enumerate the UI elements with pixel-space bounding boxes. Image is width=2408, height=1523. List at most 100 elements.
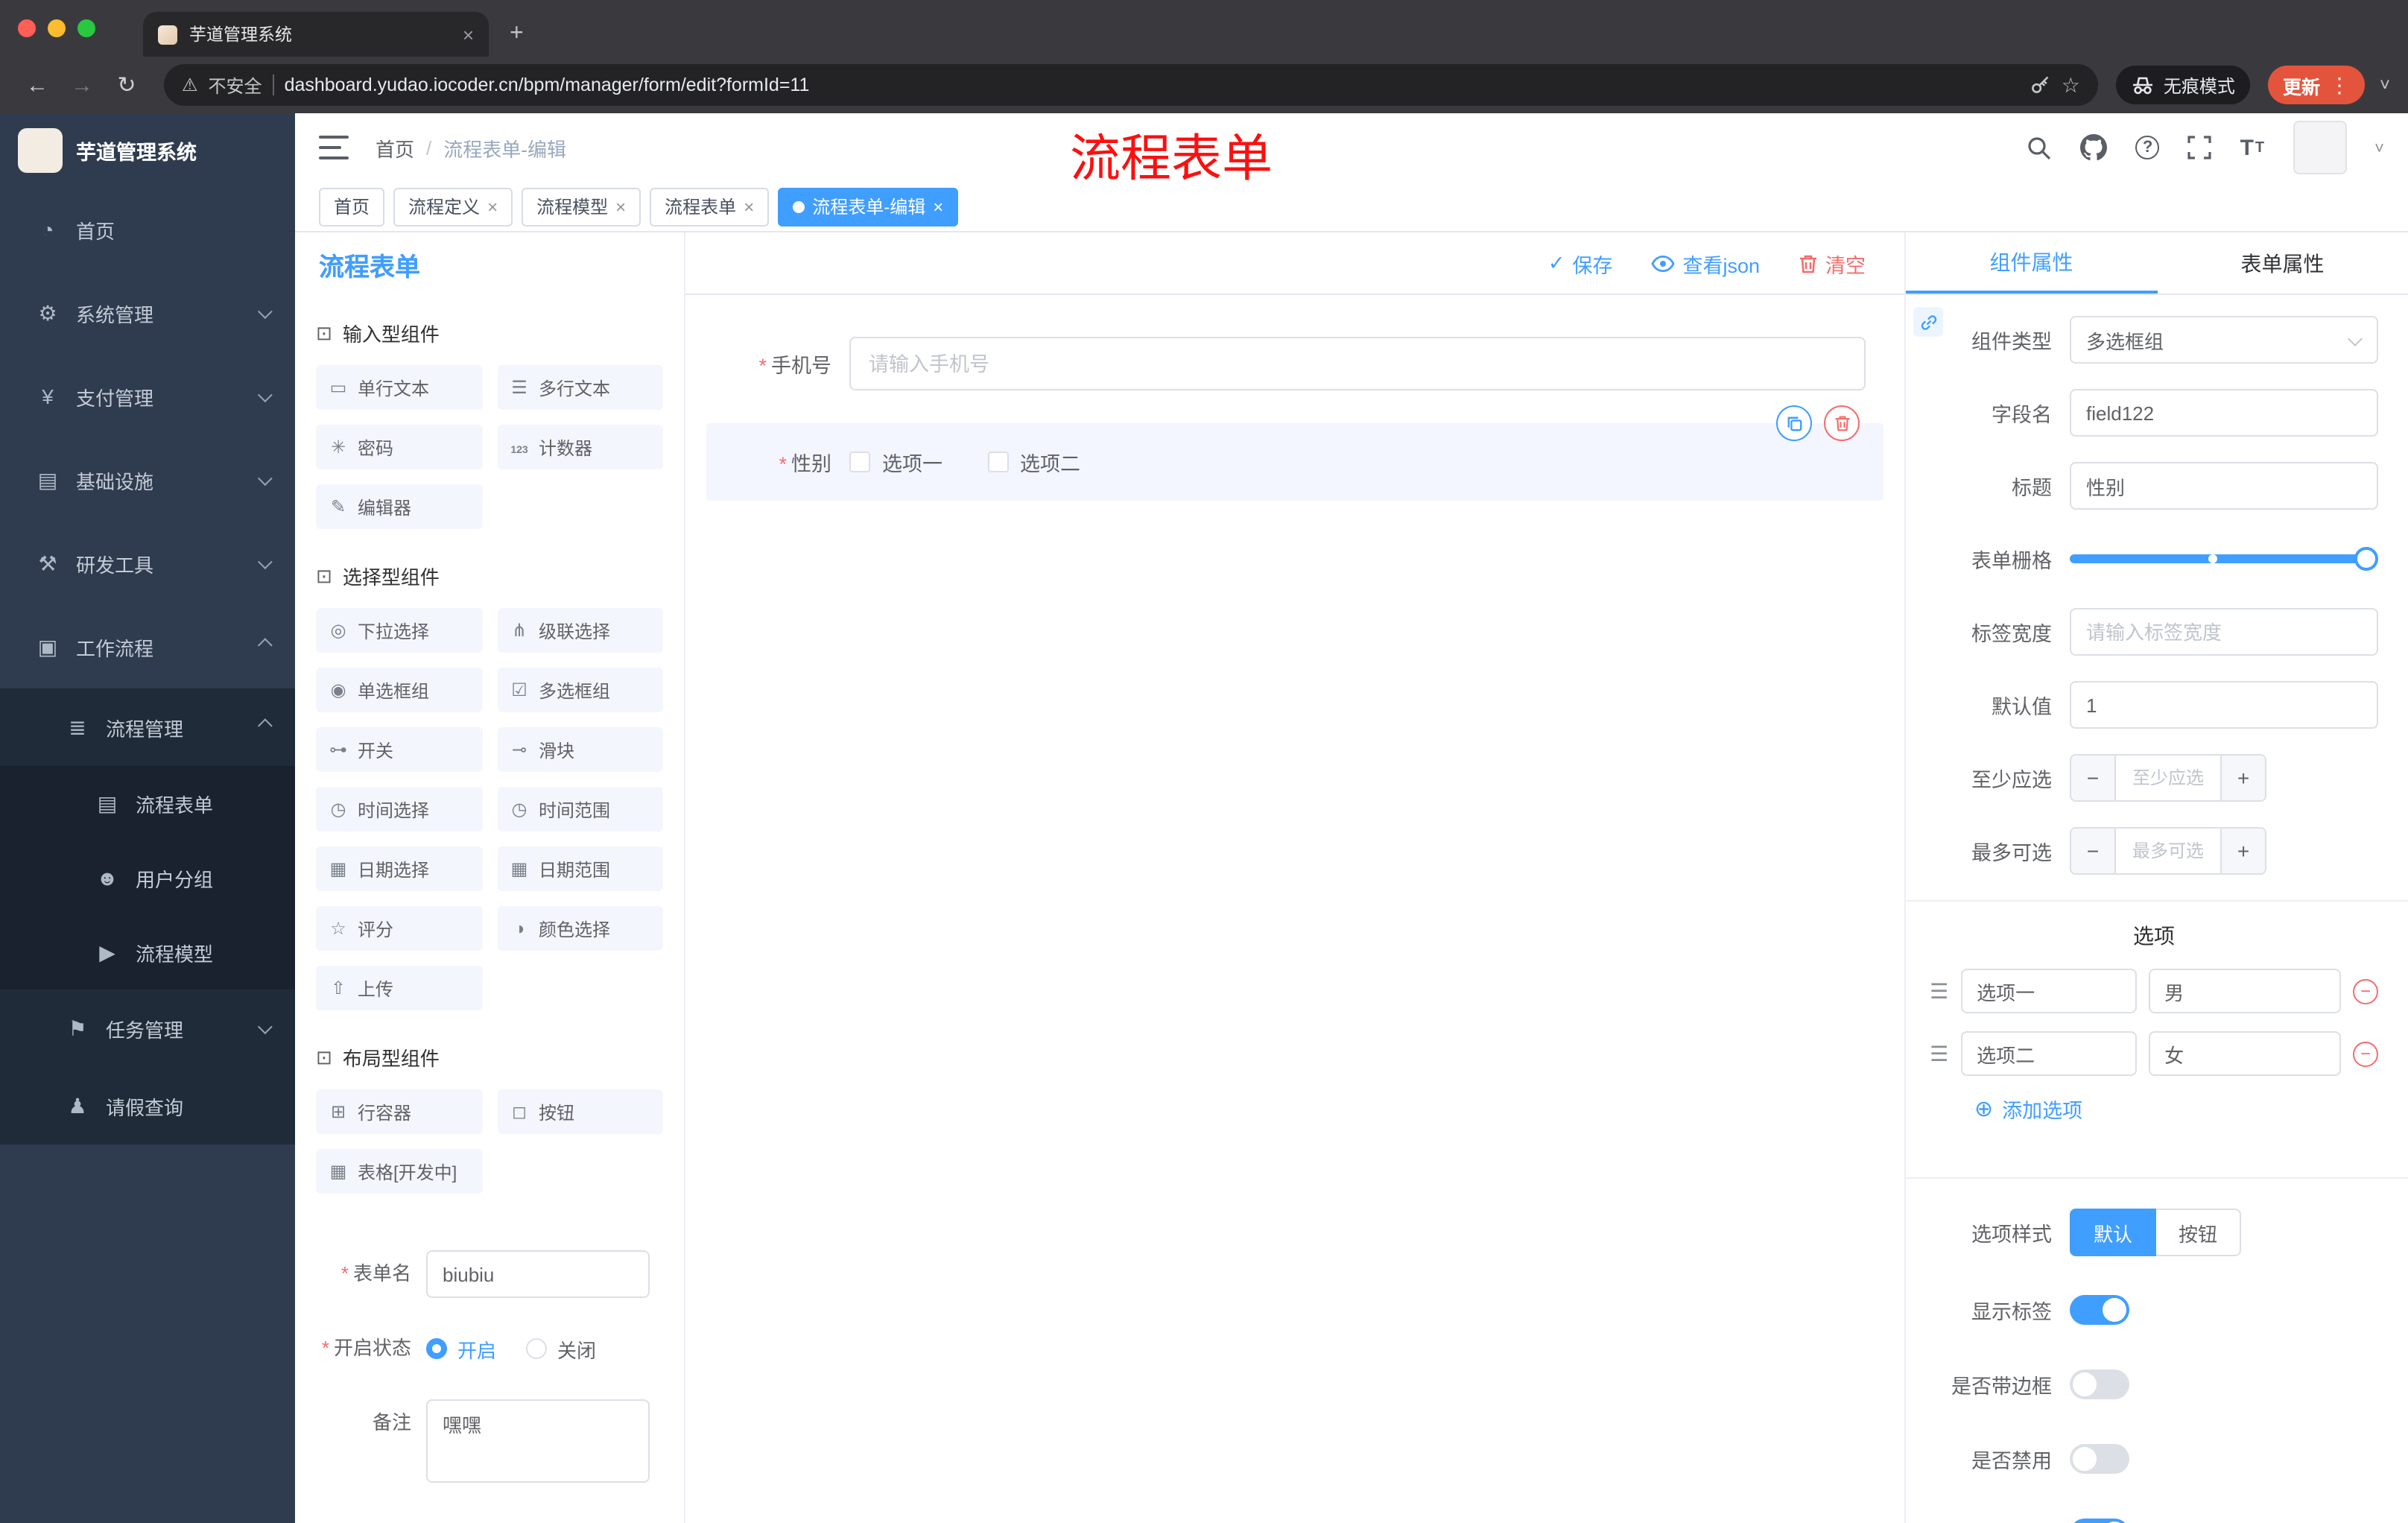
hamburger-icon[interactable] <box>319 136 349 159</box>
option-label-input[interactable] <box>1960 969 2137 1013</box>
sidebar-item-task-management[interactable]: 任务管理 <box>0 990 295 1067</box>
drag-handle-icon[interactable] <box>1930 978 1948 1004</box>
palette-item-radio-group[interactable]: 单选框组 <box>316 668 482 712</box>
checkbox-option-two[interactable]: 选项二 <box>987 447 1080 477</box>
browser-update-button[interactable]: 更新 <box>2267 66 2365 104</box>
option-value-input[interactable] <box>2148 1031 2341 1076</box>
bookmark-star-icon[interactable] <box>2062 72 2080 98</box>
show-label-switch[interactable] <box>2070 1295 2129 1325</box>
min-select-input[interactable] <box>2116 756 2220 800</box>
phone-input[interactable] <box>849 337 1866 390</box>
palette-item-counter[interactable]: 计数器 <box>497 425 663 469</box>
field-gender-selected[interactable]: 性别 选项一 选项二 <box>706 405 1883 501</box>
title-input[interactable] <box>2070 462 2378 510</box>
help-icon[interactable] <box>2135 136 2160 159</box>
zoom-window-button[interactable] <box>77 19 95 37</box>
tab-close-icon[interactable] <box>463 25 474 44</box>
tag-process-form-edit[interactable]: 流程表单-编辑 <box>778 187 959 226</box>
tag-process-form[interactable]: 流程表单 <box>650 187 770 226</box>
max-select-input[interactable] <box>2116 829 2220 873</box>
palette-item-password[interactable]: 密码 <box>316 425 482 469</box>
fullscreen-icon[interactable] <box>2187 136 2212 159</box>
back-button[interactable] <box>18 66 57 104</box>
checkbox-icon[interactable] <box>987 452 1008 472</box>
sidebar-item-leave-query[interactable]: 请假查询 <box>0 1067 295 1144</box>
option-label-input[interactable] <box>1960 1031 2137 1076</box>
sidebar-item-home[interactable]: 首页 <box>0 188 295 271</box>
sidebar-item-process-model[interactable]: 流程模型 <box>0 915 295 990</box>
radio-status-on[interactable]: 开启 <box>426 1334 496 1363</box>
browser-menu-icon[interactable] <box>2329 72 2350 98</box>
sidebar-item-infrastructure[interactable]: 基础设施 <box>0 438 295 522</box>
tag-process-definition[interactable]: 流程定义 <box>393 187 513 226</box>
font-size-icon[interactable] <box>2240 135 2265 160</box>
link-icon[interactable] <box>1913 307 1943 337</box>
tag-close-icon[interactable] <box>615 196 626 217</box>
copy-component-button[interactable] <box>1776 405 1812 441</box>
reload-button[interactable] <box>107 66 146 104</box>
style-button-button[interactable]: 按钮 <box>2156 1209 2242 1256</box>
palette-item-multi-line-text[interactable]: 多行文本 <box>497 365 663 410</box>
new-tab-button[interactable] <box>510 21 524 48</box>
tab-form-properties[interactable]: 表单属性 <box>2157 232 2408 294</box>
field-phone[interactable]: 手机号 <box>706 328 1883 399</box>
sidebar-item-system-management[interactable]: 系统管理 <box>0 271 295 355</box>
palette-item-button[interactable]: 按钮 <box>497 1089 663 1134</box>
drag-handle-icon[interactable] <box>1930 1041 1948 1066</box>
tag-process-model[interactable]: 流程模型 <box>522 187 641 226</box>
decrease-button[interactable] <box>2071 829 2116 873</box>
palette-item-date-picker[interactable]: 日期选择 <box>316 846 482 891</box>
browser-tab[interactable]: 芋道管理系统 <box>143 12 489 57</box>
palette-item-single-line-text[interactable]: 单行文本 <box>316 365 482 410</box>
tag-home[interactable]: 首页 <box>319 187 385 226</box>
tag-close-icon[interactable] <box>744 196 754 217</box>
checkbox-option-one[interactable]: 选项一 <box>849 447 942 477</box>
palette-item-color-picker[interactable]: 颜色选择 <box>497 906 663 951</box>
palette-item-time-picker[interactable]: 时间选择 <box>316 787 482 832</box>
search-icon[interactable] <box>2027 135 2053 160</box>
user-avatar[interactable] <box>2293 121 2347 174</box>
form-name-input[interactable] <box>426 1250 650 1298</box>
sidebar-item-user-group[interactable]: 用户分组 <box>0 840 295 915</box>
remove-option-button[interactable] <box>2353 978 2378 1004</box>
tab-component-properties[interactable]: 组件属性 <box>1906 232 2157 294</box>
increase-button[interactable] <box>2220 829 2265 873</box>
form-grid-slider[interactable] <box>2070 535 2378 583</box>
sidebar-item-payment-management[interactable]: 支付管理 <box>0 355 295 438</box>
sidebar-item-process-management[interactable]: 流程管理 <box>0 688 295 766</box>
style-default-button[interactable]: 默认 <box>2070 1209 2157 1256</box>
password-key-icon[interactable] <box>2030 75 2051 95</box>
remark-textarea[interactable]: 嘿嘿 <box>426 1399 650 1483</box>
palette-item-slider[interactable]: 滑块 <box>497 727 663 772</box>
increase-button[interactable] <box>2220 756 2265 800</box>
palette-item-table[interactable]: 表格[开发中] <box>316 1149 482 1194</box>
add-option-button[interactable]: 添加选项 <box>1974 1094 2378 1124</box>
option-value-input[interactable] <box>2148 969 2341 1013</box>
remove-option-button[interactable] <box>2353 1041 2378 1066</box>
palette-item-cascader[interactable]: 级联选择 <box>497 608 663 653</box>
palette-item-checkbox-group[interactable]: 多选框组 <box>497 668 663 712</box>
close-window-button[interactable] <box>18 19 36 37</box>
tag-close-icon[interactable] <box>487 196 498 217</box>
palette-item-rate[interactable]: 评分 <box>316 906 482 951</box>
forward-button[interactable] <box>63 66 101 104</box>
label-width-input[interactable] <box>2070 608 2378 656</box>
address-bar[interactable]: 不安全 dashboard.yudao.iocoder.cn/bpm/manag… <box>164 64 2098 106</box>
palette-item-editor[interactable]: 编辑器 <box>316 484 482 529</box>
github-icon[interactable] <box>2080 134 2108 161</box>
palette-item-upload[interactable]: 上传 <box>316 966 482 1010</box>
checkbox-icon[interactable] <box>849 452 870 472</box>
disabled-switch[interactable] <box>2070 1444 2129 1474</box>
field-name-input[interactable] <box>2070 389 2378 437</box>
slider-handle[interactable] <box>2354 547 2378 571</box>
default-value-input[interactable] <box>2070 681 2378 729</box>
view-json-button[interactable]: 查看json <box>1651 248 1760 278</box>
delete-component-button[interactable] <box>1824 405 1860 441</box>
palette-item-switch[interactable]: 开关 <box>316 727 482 772</box>
app-logo-row[interactable]: 芋道管理系统 <box>0 113 295 188</box>
component-type-select[interactable]: 多选框组 <box>2070 316 2378 364</box>
palette-item-select[interactable]: 下拉选择 <box>316 608 482 653</box>
sidebar-item-process-form[interactable]: 流程表单 <box>0 766 295 840</box>
save-button[interactable]: 保存 <box>1548 248 1612 278</box>
chevron-down-icon[interactable] <box>2380 72 2390 98</box>
